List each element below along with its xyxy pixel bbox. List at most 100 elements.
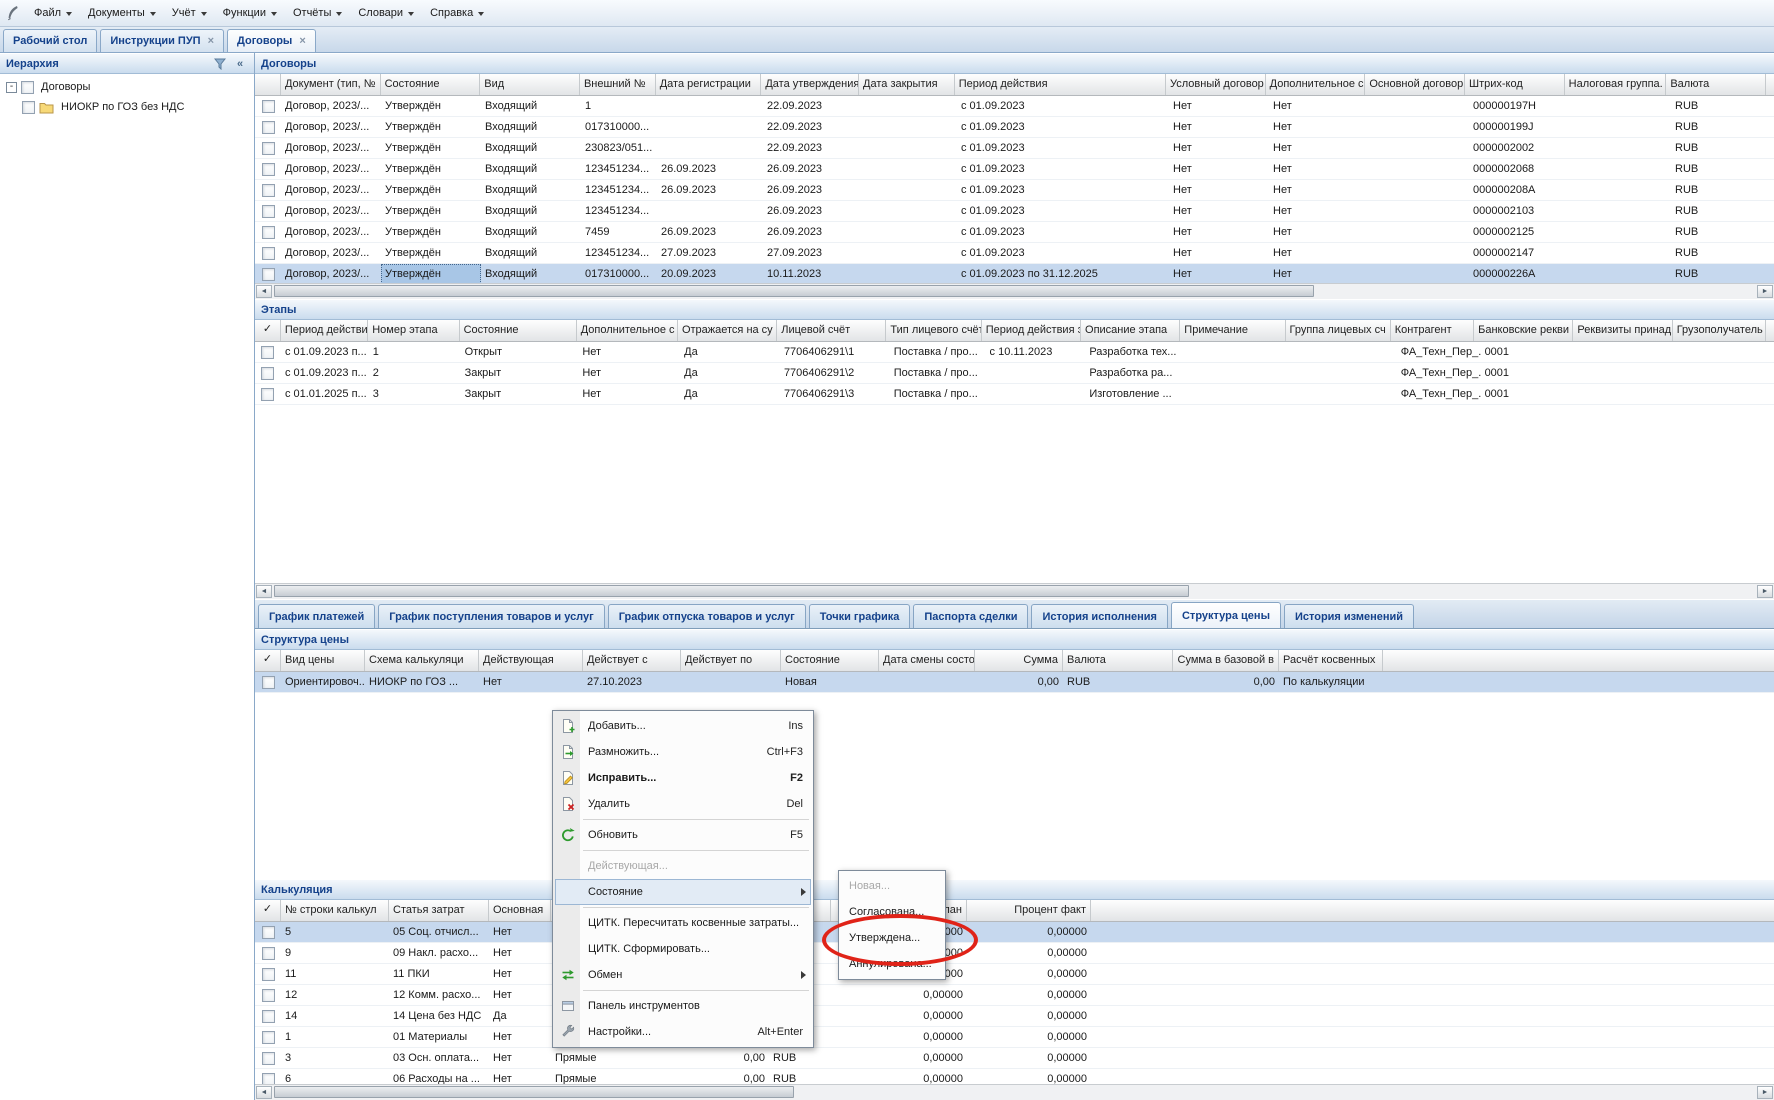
table-cell[interactable]	[1185, 342, 1291, 362]
table-cell[interactable]: Разработка тех...	[1085, 342, 1185, 362]
table-cell[interactable]: 0,00000	[831, 985, 967, 1005]
table-cell[interactable]: Нет	[578, 384, 680, 404]
column-header[interactable]: Группа лицевых сч	[1286, 320, 1391, 341]
table-cell[interactable]: Утверждён	[381, 222, 481, 242]
scroll-left-button[interactable]: ◄	[256, 285, 272, 298]
table-cell[interactable]: Закрыт	[461, 363, 579, 383]
checkbox-cell[interactable]	[255, 117, 281, 137]
table-cell[interactable]: RUB	[1671, 264, 1771, 283]
row-checkbox[interactable]	[262, 184, 275, 197]
table-cell[interactable]: 0,00000	[967, 943, 1091, 963]
table-row[interactable]: 1111 ПКИНет0,000000,00000	[255, 964, 1774, 985]
table-cell[interactable]: Договор, 2023/...	[281, 243, 381, 263]
table-cell[interactable]	[657, 117, 763, 137]
table-cell[interactable]: 3	[281, 1048, 389, 1068]
column-header[interactable]: Грузополучатель	[1673, 320, 1766, 341]
table-cell[interactable]	[1291, 363, 1397, 383]
table-cell[interactable]: 22.09.2023	[763, 138, 861, 158]
column-header[interactable]: Схема калькуляци	[365, 650, 479, 671]
table-cell[interactable]: Договор, 2023/...	[281, 180, 381, 200]
context-menu-item[interactable]: Панель инструментов	[555, 993, 811, 1019]
table-cell[interactable]: Открыт	[461, 342, 579, 362]
table-cell[interactable]	[986, 363, 1086, 383]
context-menu-item[interactable]: Добавить...Ins	[555, 713, 811, 739]
table-cell[interactable]: 1	[581, 96, 657, 116]
table-cell[interactable]: 0,00000	[967, 1048, 1091, 1068]
table-cell[interactable]: Нет	[479, 672, 583, 692]
collapse-sidebar-button[interactable]: «	[232, 56, 248, 72]
table-cell[interactable]: Утверждён	[381, 159, 481, 179]
table-row[interactable]: Договор, 2023/...УтверждёнВходящий017310…	[255, 264, 1774, 283]
column-header[interactable]: Процент факт	[967, 900, 1091, 921]
table-cell[interactable]: 12	[281, 985, 389, 1005]
menubar-item[interactable]: Отчёты	[285, 2, 350, 24]
table-cell[interactable]: Нет	[1169, 117, 1269, 137]
menubar-item[interactable]: Словари	[350, 2, 422, 24]
scroll-thumb[interactable]	[274, 1086, 794, 1098]
table-row[interactable]: с 01.09.2023 п...1ОткрытНетДа7706406291\…	[255, 342, 1774, 363]
column-header[interactable]: Состояние	[781, 650, 879, 671]
context-menu-item[interactable]: ОбновитьF5	[555, 822, 811, 848]
table-cell[interactable]	[1369, 117, 1469, 137]
column-header[interactable]: Дата смены состоя	[879, 650, 975, 671]
table-row[interactable]: Договор, 2023/...УтверждёнВходящий230823…	[255, 138, 1774, 159]
table-cell[interactable]: RUB	[1671, 243, 1771, 263]
select-all-column-header[interactable]: ✓	[255, 650, 281, 671]
table-cell[interactable]: 0000002068	[1469, 159, 1569, 179]
column-header[interactable]: Отражается на су	[678, 320, 777, 341]
table-cell[interactable]	[1580, 363, 1680, 383]
table-cell[interactable]: 0,00000	[831, 1027, 967, 1047]
checkbox-cell[interactable]	[255, 159, 281, 179]
table-cell[interactable]: 26.09.2023	[763, 159, 861, 179]
context-menu-item[interactable]: Настройки...Alt+Enter	[555, 1019, 811, 1045]
table-row[interactable]: 1414 Цена без НДСДа0,000000,00000	[255, 1006, 1774, 1027]
table-cell[interactable]: 0,00000	[831, 1069, 967, 1084]
column-header[interactable]: Период действия	[955, 74, 1166, 95]
column-header[interactable]: Условный договор	[1166, 74, 1266, 95]
table-cell[interactable]: Договор, 2023/...	[281, 159, 381, 179]
table-cell[interactable]	[861, 138, 957, 158]
table-cell[interactable]	[861, 96, 957, 116]
stages-hscrollbar[interactable]: ◄ ►	[255, 583, 1774, 599]
column-header[interactable]: Налоговая группа.	[1565, 74, 1667, 95]
table-cell[interactable]: 26.09.2023	[763, 201, 861, 221]
table-cell[interactable]: Нет	[1269, 243, 1369, 263]
column-header[interactable]: Действует по	[681, 650, 781, 671]
column-header[interactable]: Дополнительное с	[577, 320, 678, 341]
table-cell[interactable]	[1569, 264, 1671, 283]
table-cell[interactable]: Нет	[1169, 222, 1269, 242]
table-cell[interactable]	[1569, 117, 1671, 137]
table-cell[interactable]: 27.09.2023	[657, 243, 763, 263]
table-row[interactable]: Договор, 2023/...УтверждёнВходящий745926…	[255, 222, 1774, 243]
table-cell[interactable]: 2	[369, 363, 461, 383]
table-cell[interactable]: 11 ПКИ	[389, 964, 489, 984]
table-row[interactable]: 505 Соц. отчисл...Нет0,000000,00000	[255, 922, 1774, 943]
table-cell[interactable]: Нет	[578, 342, 680, 362]
checkbox-cell[interactable]	[255, 363, 281, 383]
table-cell[interactable]: 26.09.2023	[657, 180, 763, 200]
table-cell[interactable]: По калькуляции	[1279, 672, 1383, 692]
select-all-column-header[interactable]: ✓	[255, 900, 281, 921]
row-checkbox[interactable]	[262, 121, 275, 134]
table-cell[interactable]: 0,00000	[831, 1006, 967, 1026]
column-header[interactable]: Сумма	[975, 650, 1063, 671]
table-cell[interactable]: Нет	[489, 943, 551, 963]
table-cell[interactable]: 26.09.2023	[657, 222, 763, 242]
table-cell[interactable]: Да	[680, 384, 780, 404]
checkbox-cell[interactable]	[255, 1048, 281, 1068]
table-cell[interactable]: Входящий	[481, 264, 581, 283]
table-cell[interactable]: RUB	[769, 1048, 831, 1068]
table-cell[interactable]: 27.10.2023	[583, 672, 681, 692]
table-cell[interactable]	[1369, 222, 1469, 242]
table-cell[interactable]: Входящий	[481, 201, 581, 221]
table-cell[interactable]: 11	[281, 964, 389, 984]
row-checkbox[interactable]	[262, 268, 275, 281]
table-cell[interactable]: Договор, 2023/...	[281, 138, 381, 158]
table-row[interactable]: 303 Осн. оплата...НетПрямые0,00RUB0,0000…	[255, 1048, 1774, 1069]
checkbox-cell[interactable]	[255, 922, 281, 942]
detail-tab[interactable]: График платежей	[258, 604, 375, 628]
column-header[interactable]: Вид цены	[281, 650, 365, 671]
checkbox-cell[interactable]	[255, 180, 281, 200]
table-cell[interactable]: 7706406291\1	[780, 342, 890, 362]
table-cell[interactable]	[861, 180, 957, 200]
